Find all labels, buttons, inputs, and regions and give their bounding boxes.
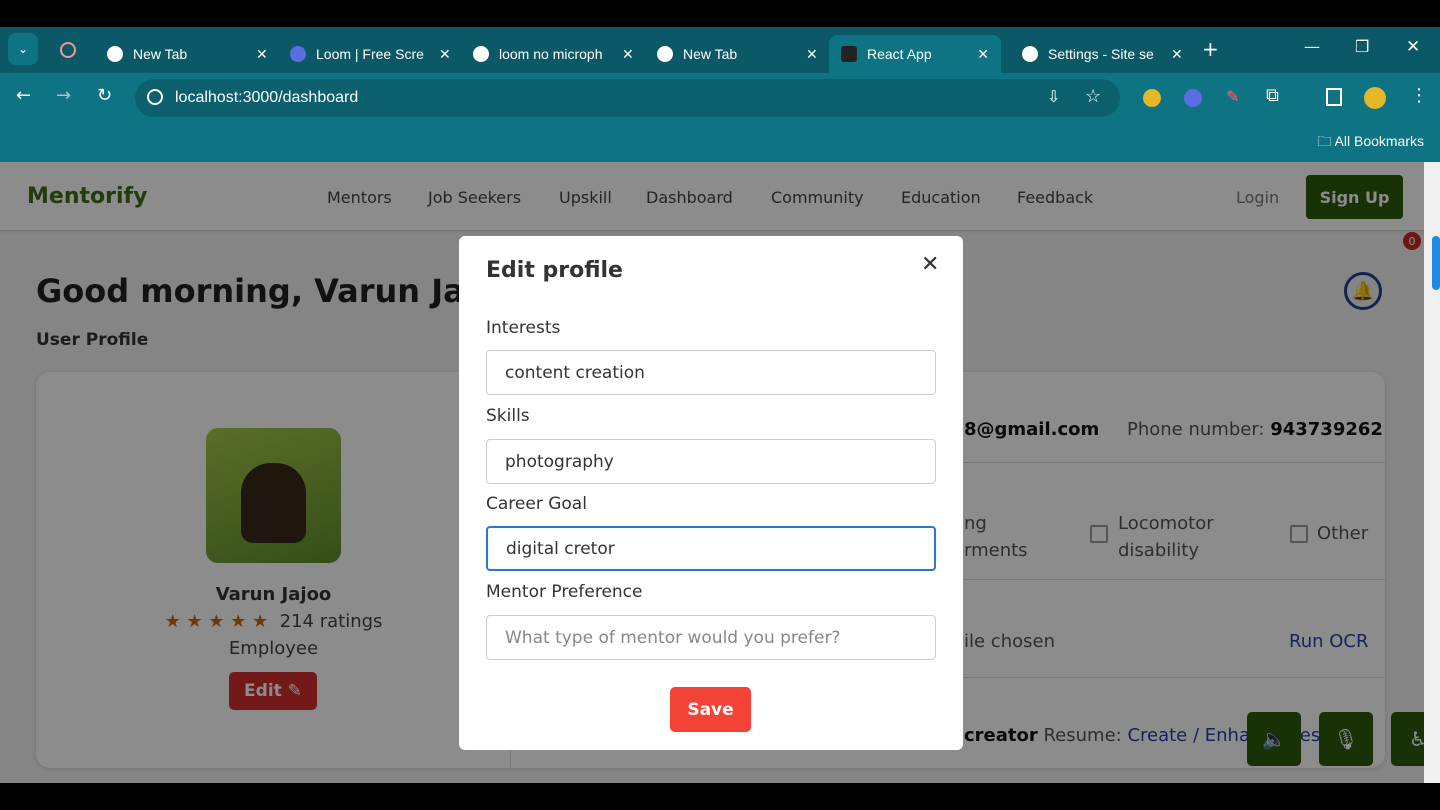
forward-icon[interactable]: → (56, 85, 71, 106)
close-tab-icon[interactable]: ✕ (977, 46, 989, 63)
restore-button[interactable]: ❐ (1355, 37, 1369, 56)
pen-extension-icon[interactable]: ✎ (1226, 87, 1239, 106)
tab[interactable]: New Tab ✕ (645, 35, 830, 73)
chrome-icon (657, 46, 673, 62)
window-top (0, 0, 1440, 27)
new-tab-button[interactable]: + (1202, 37, 1219, 61)
tab-active[interactable]: React App ✕ (829, 35, 1001, 73)
edit-profile-modal: Edit profile ✕ Interests Skills Career G… (459, 236, 963, 750)
install-icon[interactable]: ⇩ (1047, 87, 1060, 107)
back-icon[interactable]: ← (16, 85, 31, 106)
skills-label: Skills (486, 406, 530, 426)
mentor-preference-input[interactable] (486, 615, 936, 660)
close-tab-icon[interactable]: ✕ (439, 46, 451, 63)
recording-icon (60, 42, 76, 58)
address-bar[interactable]: localhost:3000/dashboard ⇩ ☆ (135, 79, 1120, 117)
extension-icon[interactable] (1143, 89, 1161, 107)
tab[interactable]: New Tab ✕ (95, 35, 280, 73)
close-tab-icon[interactable]: ✕ (1171, 46, 1183, 63)
extensions-puzzle-icon[interactable]: ⧉ (1266, 85, 1279, 106)
mentor-preference-label: Mentor Preference (486, 582, 643, 602)
all-bookmarks[interactable]: 🗀 All Bookmarks (1317, 131, 1424, 155)
tab-search-button[interactable]: ⌄ (8, 33, 38, 65)
modal-title: Edit profile (486, 258, 623, 283)
chrome-icon (107, 46, 123, 62)
close-window-button[interactable]: ✕ (1406, 37, 1420, 57)
tab[interactable]: Loom | Free Scre ✕ (278, 35, 463, 73)
close-tab-icon[interactable]: ✕ (622, 46, 634, 63)
google-icon (473, 46, 489, 62)
menu-icon[interactable]: ⋮ (1410, 85, 1428, 106)
profile-avatar[interactable] (1364, 87, 1386, 109)
star-icon[interactable]: ☆ (1085, 86, 1101, 107)
react-icon (841, 46, 857, 62)
tab[interactable]: Settings - Site se ✕ (1010, 35, 1195, 73)
folder-icon: 🗀 (1317, 133, 1335, 149)
close-icon[interactable]: ✕ (921, 252, 939, 277)
extension-icon[interactable] (1184, 89, 1202, 107)
career-goal-label: Career Goal (486, 494, 587, 514)
gear-icon (1022, 46, 1038, 62)
career-goal-input[interactable] (486, 526, 936, 571)
interests-input[interactable] (486, 350, 936, 395)
side-panel-icon[interactable] (1326, 88, 1342, 106)
browser-toolbar: ← → ↻ localhost:3000/dashboard ⇩ ☆ ✎ ⧉ ⋮… (0, 73, 1440, 162)
tab-strip: ⌄ New Tab ✕ Loom | Free Scre ✕ loom no mic… (0, 27, 1440, 73)
save-button[interactable]: Save (670, 687, 751, 732)
window-bottom (0, 783, 1440, 810)
close-tab-icon[interactable]: ✕ (256, 46, 268, 63)
minimize-button[interactable]: — (1304, 37, 1320, 56)
loom-icon (290, 46, 306, 62)
skills-input[interactable] (486, 439, 936, 484)
info-icon[interactable] (147, 89, 163, 105)
close-tab-icon[interactable]: ✕ (806, 46, 818, 63)
scrollbar-thumb[interactable] (1432, 236, 1440, 290)
interests-label: Interests (486, 318, 561, 338)
tab[interactable]: loom no microph ✕ (461, 35, 646, 73)
reload-icon[interactable]: ↻ (97, 85, 112, 106)
